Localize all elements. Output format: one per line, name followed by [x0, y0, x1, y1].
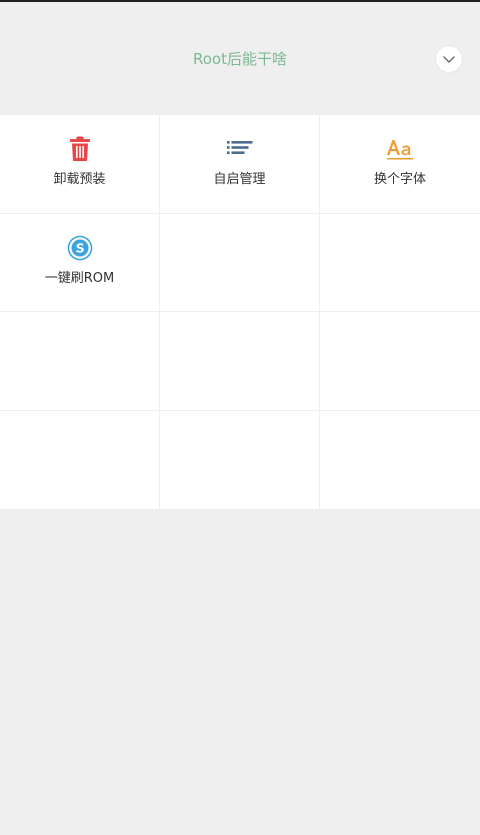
- tool-uninstall-preinstalled[interactable]: 卸载预装: [0, 115, 160, 214]
- list-icon: [226, 135, 254, 163]
- rom-flash-icon: [66, 234, 94, 262]
- font-icon: [386, 135, 414, 163]
- tool-autostart-manager[interactable]: 自启管理: [160, 115, 320, 214]
- header: Root后能干啥: [0, 2, 480, 115]
- empty-cell: [320, 411, 480, 510]
- trash-icon: [66, 135, 94, 163]
- tools-grid: 卸载预装 自启管理 换个字体 一键刷ROM: [0, 115, 480, 509]
- tool-flash-rom[interactable]: 一键刷ROM: [0, 213, 160, 312]
- tool-change-font[interactable]: 换个字体: [320, 115, 480, 214]
- empty-cell: [0, 312, 160, 411]
- empty-cell: [160, 410, 320, 509]
- chevron-down-icon: [442, 52, 456, 66]
- tool-label: 自启管理: [213, 172, 266, 187]
- empty-cell: [320, 312, 480, 411]
- page-title: Root后能干啥: [193, 50, 287, 68]
- empty-cell: [0, 410, 160, 509]
- tool-label: 卸载预装: [53, 172, 106, 187]
- empty-cell: [160, 312, 320, 411]
- collapse-button[interactable]: [436, 46, 462, 72]
- empty-cell: [160, 213, 320, 312]
- empty-cell: [320, 214, 480, 312]
- tool-label: 换个字体: [373, 172, 426, 187]
- tool-label: 一键刷ROM: [44, 270, 115, 286]
